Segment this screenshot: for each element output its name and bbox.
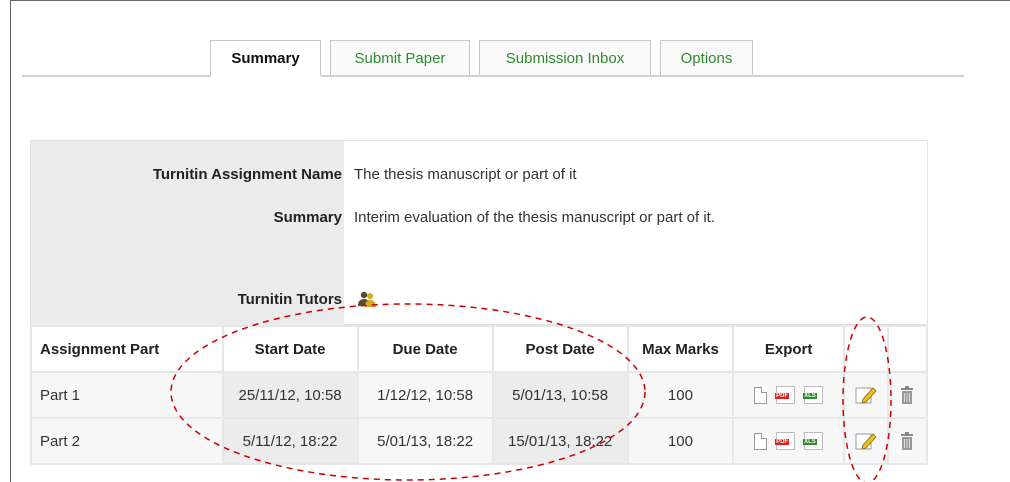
col-edit — [843, 325, 889, 373]
part-name: Part 1 — [30, 371, 224, 419]
assignment-info-panel: Turnitin Assignment Name The thesis manu… — [30, 140, 928, 326]
edit-cell — [843, 417, 889, 465]
trash-icon[interactable] — [901, 386, 914, 404]
col-start-date: Start Date — [221, 325, 359, 373]
due-date: 5/01/13, 18:22 — [356, 417, 494, 465]
tab-underline — [22, 75, 964, 77]
post-date: 15/01/13, 18:22 — [491, 417, 629, 465]
document-icon[interactable] — [754, 386, 768, 404]
col-post-date: Post Date — [491, 325, 629, 373]
part-name: Part 2 — [30, 417, 224, 465]
tab-submission-inbox[interactable]: Submission Inbox — [479, 40, 651, 75]
start-date: 25/11/12, 10:58 — [221, 371, 359, 419]
col-assignment-part: Assignment Part — [30, 325, 224, 373]
tab-submit-paper[interactable]: Submit Paper — [330, 40, 470, 75]
post-date: 5/01/13, 10:58 — [491, 371, 629, 419]
summary-label: Summary — [273, 209, 342, 226]
assignment-name-value[interactable]: The thesis manuscript or part of it — [354, 166, 577, 183]
col-due-date: Due Date — [356, 325, 494, 373]
edit-icon[interactable] — [855, 385, 877, 405]
export-cell: PDF XLS — [732, 417, 846, 465]
table-header-row: Assignment Part Start Date Due Date Post… — [30, 325, 929, 373]
delete-cell — [886, 417, 929, 465]
start-date: 5/11/12, 18:22 — [221, 417, 359, 465]
col-delete — [886, 325, 929, 373]
document-icon[interactable] — [754, 432, 768, 450]
xls-icon[interactable]: XLS — [803, 386, 824, 404]
max-marks: 100 — [626, 371, 735, 419]
tutors-label: Turnitin Tutors — [237, 291, 342, 308]
table-row: Part 2 5/11/12, 18:22 5/01/13, 18:22 15/… — [30, 417, 929, 465]
delete-cell — [886, 371, 929, 419]
assignment-name-label: Turnitin Assignment Name — [152, 166, 342, 183]
export-cell: PDF XLS — [732, 371, 846, 419]
trash-icon[interactable] — [901, 432, 914, 450]
assignment-parts-table: Assignment Part Start Date Due Date Post… — [30, 325, 929, 465]
max-marks: 100 — [626, 417, 735, 465]
pdf-icon[interactable]: PDF — [775, 432, 796, 450]
due-date: 1/12/12, 10:58 — [356, 371, 494, 419]
tab-options[interactable]: Options — [660, 40, 753, 75]
table-row: Part 1 25/11/12, 10:58 1/12/12, 10:58 5/… — [30, 371, 929, 419]
xls-icon[interactable]: XLS — [803, 432, 824, 450]
col-max-marks: Max Marks — [626, 325, 735, 373]
summary-value[interactable]: Interim evaluation of the thesis manuscr… — [354, 209, 715, 226]
tutors-icon[interactable] — [357, 289, 377, 313]
col-export: Export — [732, 325, 846, 373]
tab-summary[interactable]: Summary — [210, 40, 321, 77]
edit-icon[interactable] — [855, 431, 877, 451]
pdf-icon[interactable]: PDF — [775, 386, 796, 404]
edit-cell — [843, 371, 889, 419]
